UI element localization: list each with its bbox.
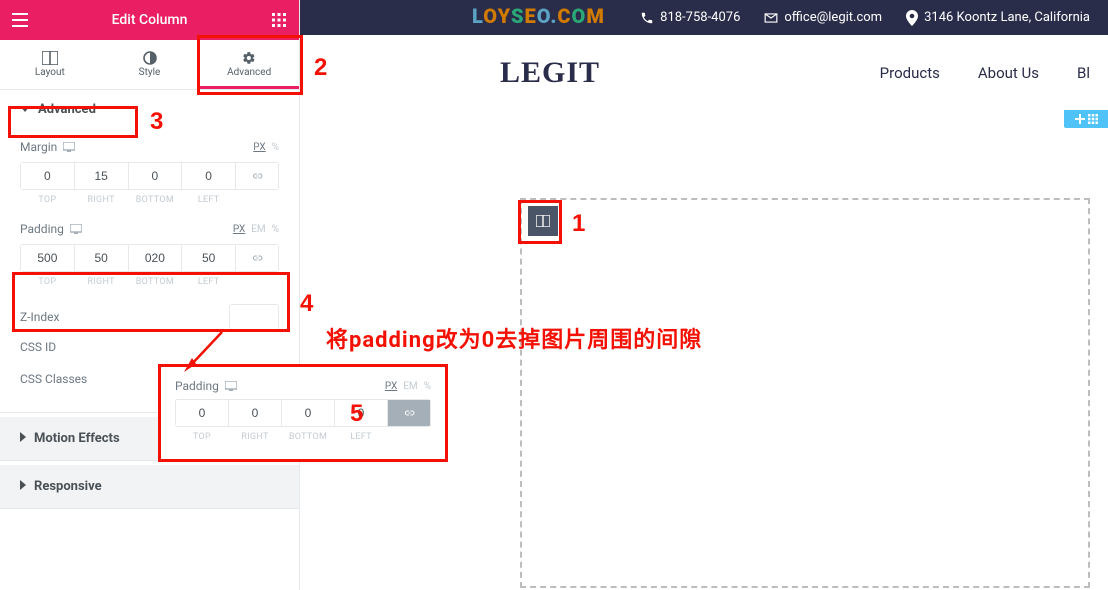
link-values-icon[interactable] <box>236 163 278 189</box>
topbar-phone-text: 818-758-4076 <box>660 10 740 25</box>
zindex-input[interactable] <box>229 304 279 330</box>
column-handle[interactable] <box>528 206 558 236</box>
control-label: Padding <box>20 222 64 236</box>
padding-bottom[interactable] <box>129 245 182 271</box>
topbar-phone[interactable]: 818-758-4076 <box>640 10 740 25</box>
desktop-icon[interactable] <box>70 224 82 234</box>
widgets-icon[interactable] <box>259 0 299 40</box>
unit-em: EM <box>403 381 417 392</box>
section-toggle-advanced[interactable]: Advanced <box>0 90 299 128</box>
sublabel: RIGHT <box>87 277 114 287</box>
site-navbar: LEGIT Products About Us Bl <box>300 35 1108 110</box>
fp-top <box>176 400 228 426</box>
control-label: CSS Classes <box>20 372 87 386</box>
tab-label: Style <box>139 67 161 78</box>
unit-px[interactable]: PX <box>253 142 265 153</box>
unit-px: PX <box>385 381 397 392</box>
margin-left[interactable] <box>182 163 235 189</box>
add-section-handle[interactable] <box>1064 110 1108 128</box>
unit-px[interactable]: PX <box>233 224 245 235</box>
tab-label: Advanced <box>227 67 271 78</box>
unit-pct[interactable]: % <box>272 142 279 153</box>
tab-style[interactable]: Style <box>100 40 200 89</box>
fp-right <box>229 400 281 426</box>
section-label: Responsive <box>34 479 102 494</box>
control-zindex: Z-Index <box>20 304 279 330</box>
control-label: Z-Index <box>20 310 59 324</box>
nav-blog[interactable]: Bl <box>1077 64 1090 82</box>
padding-left[interactable] <box>182 245 235 271</box>
control-cssid: CSS ID <box>20 340 279 354</box>
sublabel: BOTTOM <box>136 277 174 287</box>
topbar-email[interactable]: office@legit.com <box>764 10 882 25</box>
padding-right[interactable] <box>75 245 128 271</box>
control-margin: Margin PX % TOP RIGHT BOTTOM LEFT <box>20 140 279 208</box>
margin-bottom[interactable] <box>129 163 182 189</box>
unit-pct[interactable]: % <box>272 224 279 235</box>
envelope-icon <box>764 12 778 24</box>
caret-right-icon <box>20 479 26 494</box>
margin-top[interactable] <box>21 163 74 189</box>
site-topbar: 818-758-4076 office@legit.com 3146 Koont… <box>300 0 1108 35</box>
link-values-icon <box>388 400 430 426</box>
link-values-icon[interactable] <box>236 245 278 271</box>
grid-icon <box>1088 114 1098 124</box>
sublabel: LEFT <box>198 195 220 205</box>
desktop-icon <box>225 381 237 391</box>
control-label: CSS ID <box>20 340 56 354</box>
nav-products[interactable]: Products <box>880 64 940 82</box>
tab-advanced[interactable]: Advanced <box>199 40 299 89</box>
unit-em[interactable]: EM <box>251 224 265 235</box>
section-label: Advanced <box>38 102 96 117</box>
canvas <box>300 128 1108 590</box>
padding-inputs: TOP RIGHT BOTTOM LEFT <box>20 244 279 272</box>
column-icon <box>536 215 550 227</box>
annot-box-5: Padding PX EM % TOP RIGHT BOTTOM LEFT <box>158 364 448 462</box>
control-label: Padding <box>175 379 219 393</box>
topbar-address-text: 3146 Koontz Lane, California <box>924 10 1090 25</box>
unit-pct: % <box>424 381 431 392</box>
section-label: Motion Effects <box>34 431 120 446</box>
sublabel: RIGHT <box>87 195 114 205</box>
menu-icon[interactable] <box>0 0 40 40</box>
sublabel: LEFT <box>198 277 220 287</box>
fp-bottom <box>282 400 334 426</box>
margin-right[interactable] <box>75 163 128 189</box>
panel-title: Edit Column <box>40 12 259 28</box>
editor-panel: Edit Column Layout Style Advanced Advanc… <box>0 0 300 590</box>
phone-icon <box>640 11 654 25</box>
desktop-icon[interactable] <box>63 142 75 152</box>
section-toggle-responsive[interactable]: Responsive <box>0 465 299 509</box>
brand-logo[interactable]: LEGIT <box>500 56 600 90</box>
plus-icon <box>1075 114 1085 124</box>
sublabel: TOP <box>38 195 56 205</box>
map-pin-icon <box>906 10 918 26</box>
control-label: Margin <box>20 140 57 154</box>
control-padding: Padding PX EM % TOP RIGHT BOTTOM LEFT <box>20 222 279 290</box>
nav-about[interactable]: About Us <box>978 64 1039 82</box>
padding-top[interactable] <box>21 245 74 271</box>
section-outline[interactable] <box>520 198 1090 588</box>
section-edit-bar <box>300 110 1108 123</box>
topbar-email-text: office@legit.com <box>784 10 882 25</box>
margin-inputs: TOP RIGHT BOTTOM LEFT <box>20 162 279 190</box>
tab-layout[interactable]: Layout <box>0 40 100 89</box>
fp-left <box>335 400 387 426</box>
nav-links: Products About Us Bl <box>880 64 1108 82</box>
sublabel: BOTTOM <box>136 195 174 205</box>
caret-down-icon <box>20 106 30 112</box>
watermark: LOYSEO.COM <box>472 4 605 28</box>
topbar-address[interactable]: 3146 Koontz Lane, California <box>906 10 1090 26</box>
sublabel: TOP <box>38 277 56 287</box>
tab-label: Layout <box>35 67 65 78</box>
panel-header: Edit Column <box>0 0 299 40</box>
caret-right-icon <box>20 431 26 446</box>
panel-tabs: Layout Style Advanced <box>0 40 299 90</box>
